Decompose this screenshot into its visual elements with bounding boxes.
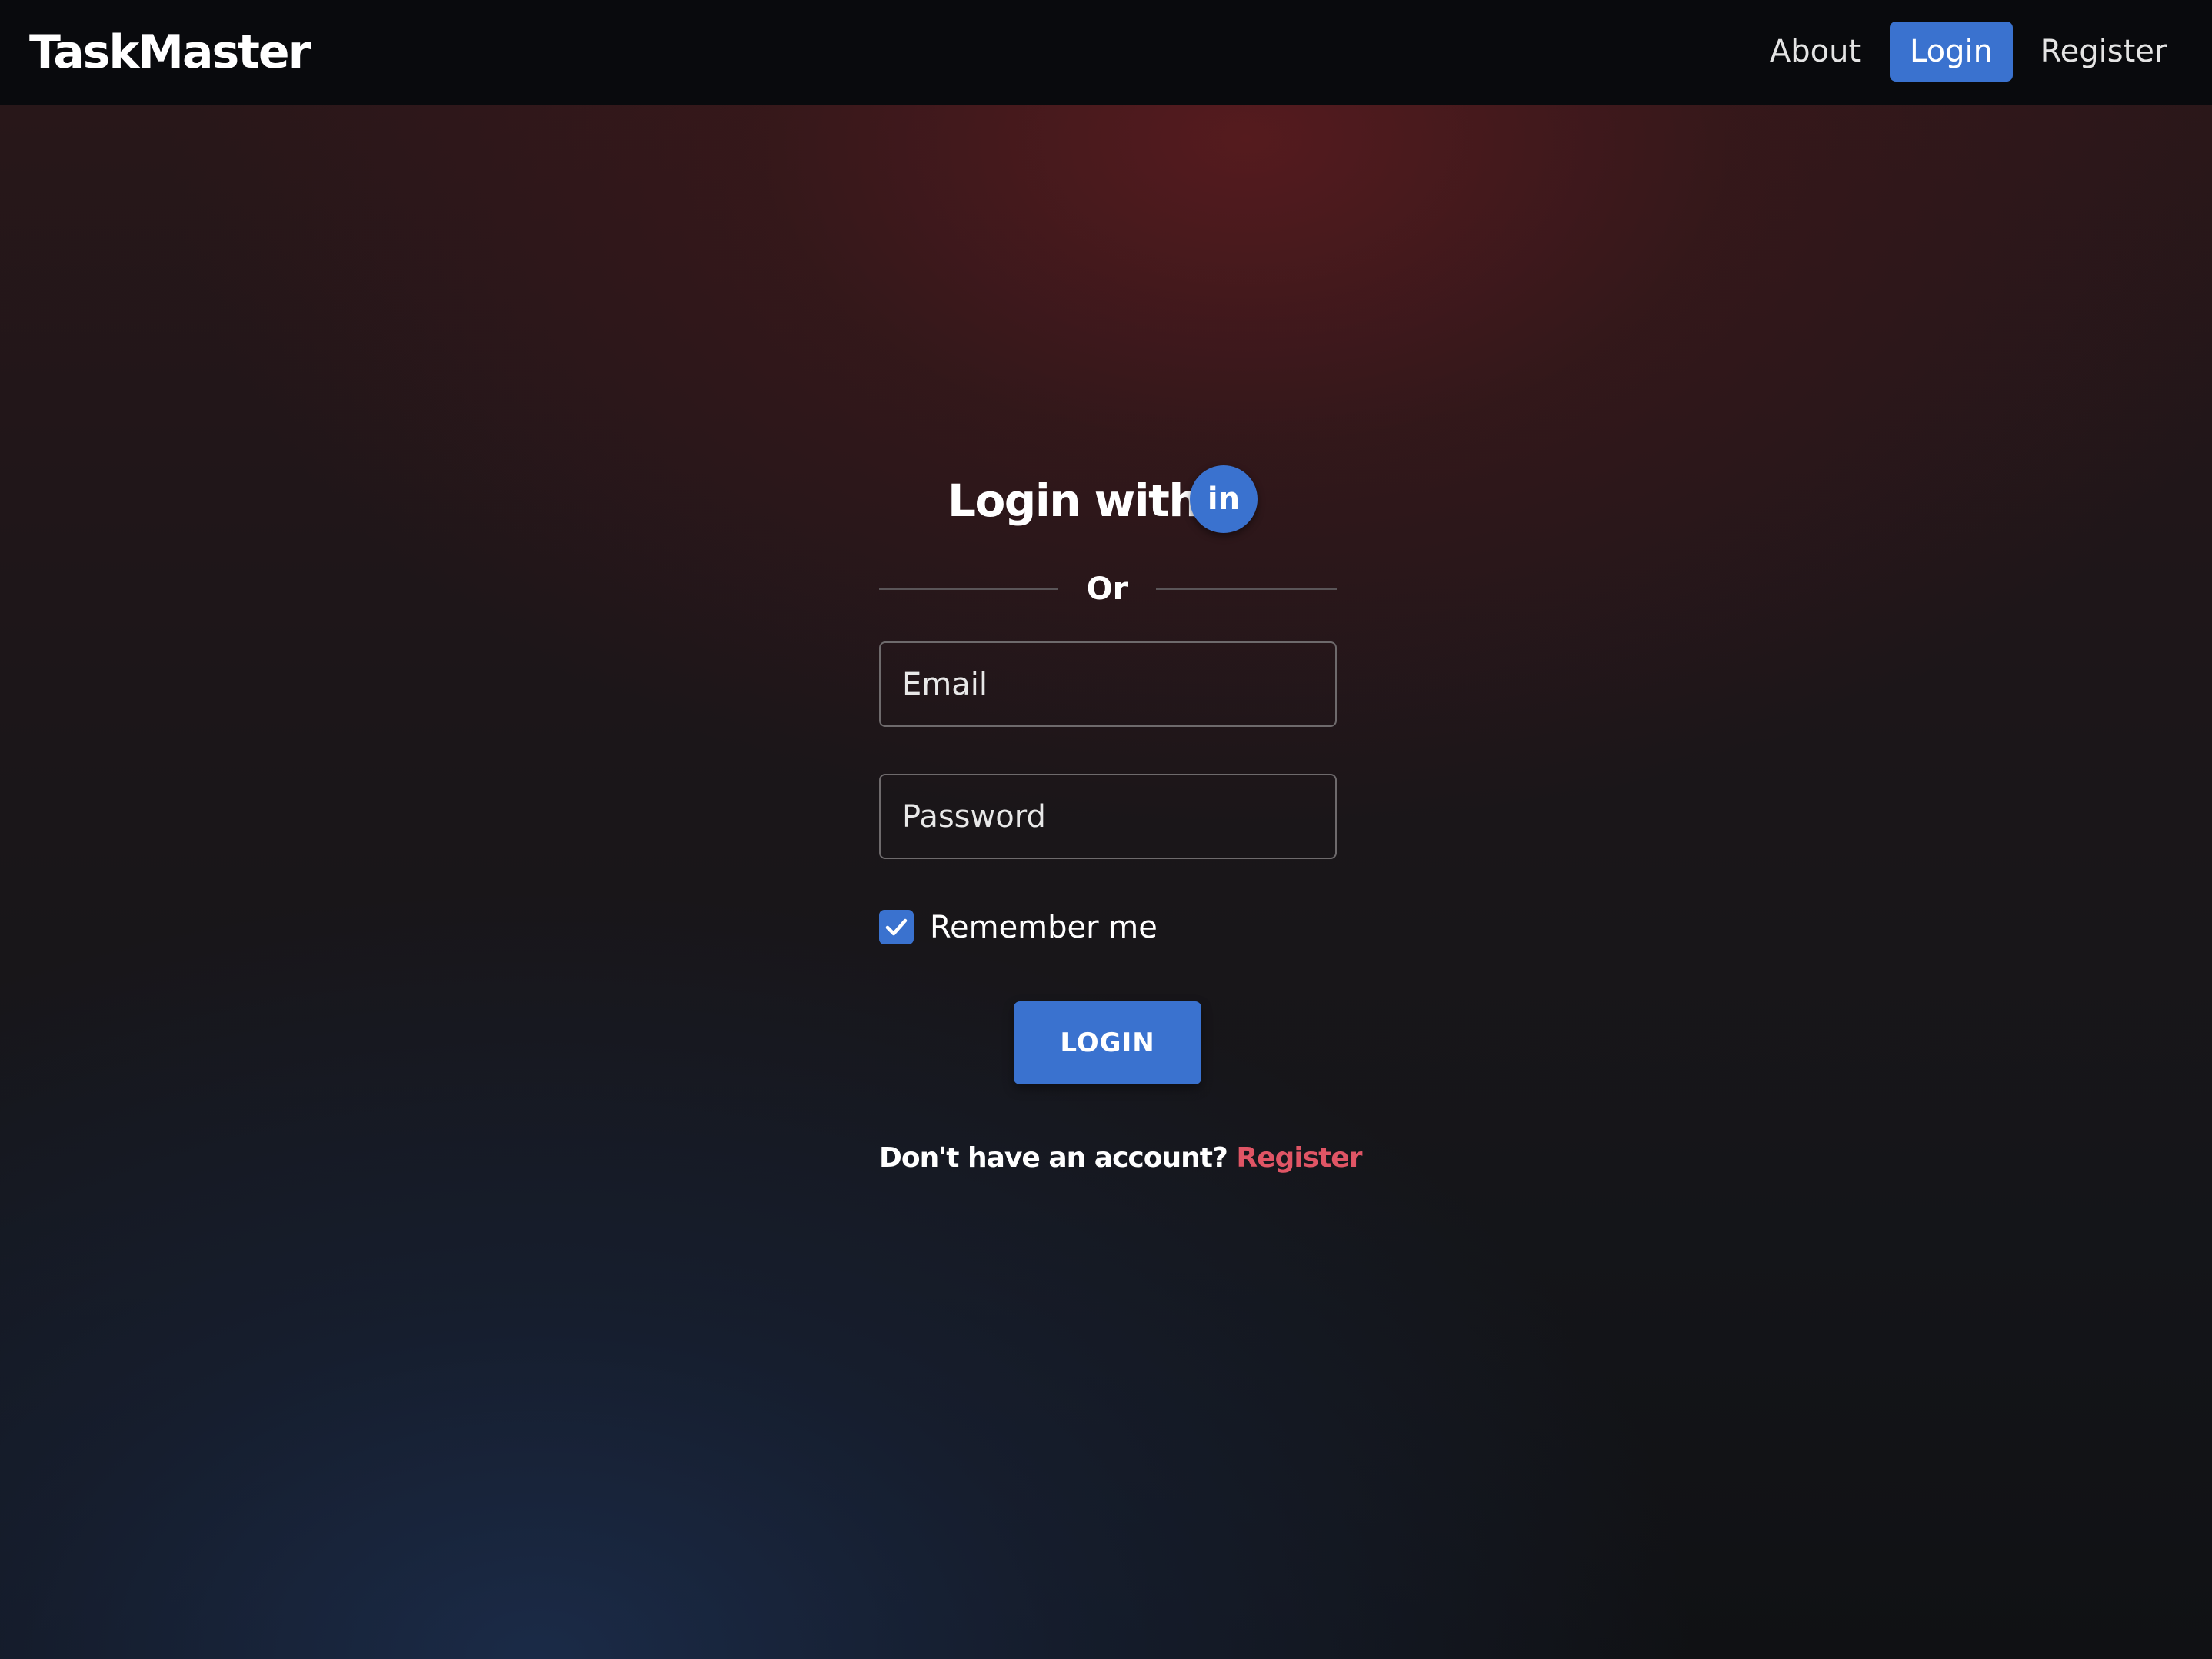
linkedin-icon[interactable]: in	[1190, 465, 1258, 533]
login-button[interactable]: LOGIN	[1014, 1001, 1201, 1084]
signup-prompt-text: Don't have an account?	[879, 1142, 1228, 1174]
password-field[interactable]	[879, 774, 1337, 859]
divider-line-left	[879, 588, 1058, 590]
email-field[interactable]	[879, 641, 1337, 727]
signup-prompt: Don't have an account? Register	[879, 1137, 1362, 1180]
divider-or: Or	[1086, 571, 1128, 607]
brand-logo[interactable]: TaskMaster	[29, 22, 311, 83]
navbar: TaskMaster About Login Register	[0, 0, 2212, 105]
check-icon	[885, 918, 908, 936]
login-title: Login with	[948, 475, 1201, 527]
register-link[interactable]: Register	[1236, 1142, 1362, 1174]
nav-link-login[interactable]: Login	[1890, 22, 2013, 82]
nav-link-about[interactable]: About	[1761, 22, 1869, 82]
remember-me-checkbox[interactable]	[879, 910, 914, 944]
remember-me-label: Remember me	[930, 910, 1158, 945]
nav-link-register[interactable]: Register	[2030, 22, 2177, 82]
divider-line-right	[1156, 588, 1337, 590]
